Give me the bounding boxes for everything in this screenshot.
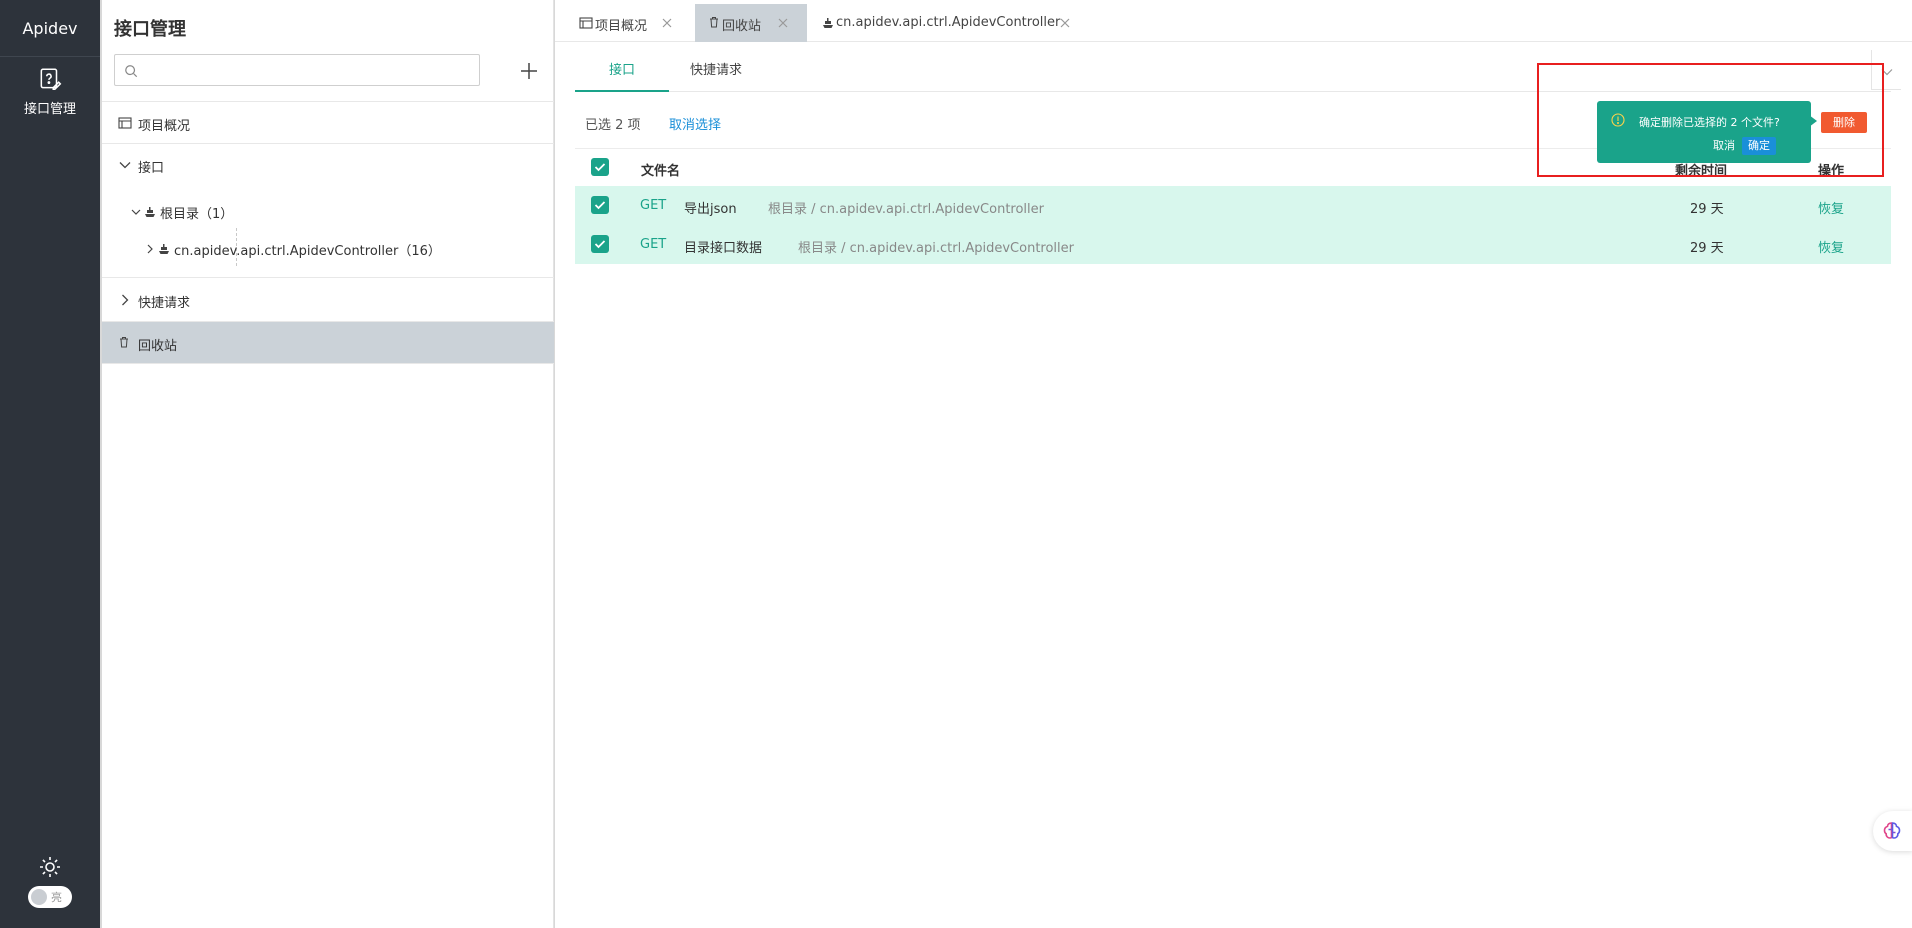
folder-root-label: 根目录（1） <box>160 207 234 222</box>
tree-item-label: 回收站 <box>138 339 178 354</box>
table-row[interactable]: GET 目录接口数据 根目录 / cn.apidev.api.ctrl.Apid… <box>575 225 1891 264</box>
tree-item-overview[interactable]: 项目概况 <box>102 101 554 143</box>
row-checkbox[interactable] <box>591 196 609 214</box>
trash-icon <box>710 17 718 28</box>
remaining-days: 29 天 <box>1690 241 1724 256</box>
tab-overview[interactable]: 项目概况 <box>579 4 693 42</box>
close-icon[interactable] <box>661 17 673 29</box>
tab-controller[interactable]: cn.apidev.api.ctrl.ApidevController <box>811 4 1081 42</box>
subtab-quick-request[interactable]: 快捷请求 <box>669 52 763 92</box>
check-icon <box>594 163 606 172</box>
search-input[interactable] <box>145 55 475 85</box>
tab-bar: 项目概况 回收站 cn.apidev.api.ctrl.ApidevContro… <box>555 0 1912 42</box>
search-icon <box>125 65 138 78</box>
tree-item-quick-request[interactable]: 快捷请求 <box>102 277 554 321</box>
close-icon[interactable] <box>1059 17 1071 29</box>
brain-icon <box>1883 822 1901 839</box>
select-all-checkbox[interactable] <box>591 158 609 176</box>
http-method: GET <box>640 198 667 213</box>
tab-label: 项目概况 <box>595 19 648 34</box>
subtab-api[interactable]: 接口 <box>575 52 669 92</box>
tree-item-label: 接口 <box>138 161 165 176</box>
api-name: 导出json <box>684 202 737 217</box>
tab-label: 回收站 <box>722 19 762 34</box>
app-sidebar: Apidev 接口管理 亮 <box>0 0 100 928</box>
tree-item-label: 项目概况 <box>138 119 191 134</box>
tab-recycle-bin[interactable]: 回收站 <box>695 4 807 42</box>
api-doc-icon <box>40 68 62 91</box>
api-path: 根目录 / cn.apidev.api.ctrl.ApidevControlle… <box>768 202 1045 217</box>
check-icon <box>594 240 606 249</box>
restore-link[interactable]: 恢复 <box>1818 198 1844 217</box>
row-checkbox[interactable] <box>591 235 609 253</box>
search-box[interactable] <box>114 54 480 86</box>
close-icon[interactable] <box>777 17 789 29</box>
table-row[interactable]: GET 导出json 根目录 / cn.apidev.api.ctrl.Apid… <box>575 186 1891 225</box>
divider <box>0 56 100 57</box>
nav-api-management[interactable]: 接口管理 <box>0 66 100 117</box>
nav-api-management-label: 接口管理 <box>23 102 76 117</box>
selection-count: 已选 2 项 <box>585 118 641 133</box>
tree-item-recycle-bin[interactable]: 回收站 <box>102 321 554 363</box>
api-tree-panel: 接口管理 项目概况 接口 根目录（1） cn.apidev.api.ctrl.A… <box>100 0 554 928</box>
panel-title: 接口管理 <box>114 19 186 40</box>
chevron-down-icon <box>119 162 131 169</box>
toggle-knob <box>31 889 47 905</box>
chevron-right-icon <box>122 294 129 306</box>
highlight-box <box>1537 63 1884 177</box>
ship-folder-icon <box>823 18 833 28</box>
folder-controller-label: cn.apidev.api.ctrl.ApidevController（16） <box>174 244 441 259</box>
trash-icon <box>120 337 128 348</box>
add-icon[interactable] <box>518 60 540 82</box>
ship-folder-icon <box>159 244 169 254</box>
tree-item-api[interactable]: 接口 <box>102 143 554 185</box>
remaining-days: 29 天 <box>1690 202 1724 217</box>
restore-link[interactable]: 恢复 <box>1818 237 1844 256</box>
chevron-right-icon <box>147 244 153 254</box>
settings-gear-icon[interactable] <box>38 855 62 879</box>
api-name: 目录接口数据 <box>684 241 763 256</box>
column-header-name: 文件名 <box>641 164 681 179</box>
divider <box>102 363 554 364</box>
overview-icon <box>118 117 132 129</box>
assistant-button[interactable] <box>1873 811 1912 851</box>
api-path: 根目录 / cn.apidev.api.ctrl.ApidevControlle… <box>798 241 1075 256</box>
tab-label: cn.apidev.api.ctrl.ApidevController <box>836 15 1061 30</box>
ship-folder-icon <box>145 207 155 217</box>
cancel-selection-link[interactable]: 取消选择 <box>669 114 721 133</box>
theme-toggle-label: 亮 <box>51 891 62 904</box>
http-method: GET <box>640 237 667 252</box>
overview-icon <box>579 17 593 29</box>
app-brand: Apidev <box>22 19 78 38</box>
tree-item-label: 快捷请求 <box>138 296 191 311</box>
check-icon <box>594 201 606 210</box>
theme-toggle[interactable]: 亮 <box>28 886 72 908</box>
chevron-down-icon <box>131 209 141 215</box>
